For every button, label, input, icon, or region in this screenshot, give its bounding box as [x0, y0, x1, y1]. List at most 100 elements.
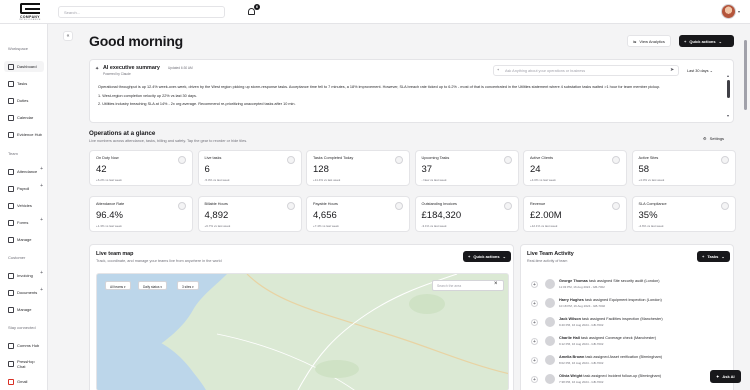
sidebar-item-presshop-chat[interactable]: PressHop Chat [4, 358, 44, 369]
kpi-tile[interactable]: Payable Hours 4,656 +7.4% vs last week [306, 196, 410, 232]
sidebar-section-team: Team [8, 151, 18, 156]
collapse-sidebar-button[interactable]: « [63, 31, 73, 41]
activity-row[interactable]: + Olivia Wright task assigned Incident fo… [531, 373, 736, 389]
sidebar-item-comms-hub[interactable]: Comms Hub [4, 340, 44, 351]
activity-verb: task assigned [580, 317, 607, 321]
settings-button[interactable]: ⚙ Settings [703, 136, 724, 141]
sidebar-item-forms[interactable]: Forms + [4, 217, 44, 228]
plus-icon[interactable]: + [40, 183, 43, 189]
notifications-button[interactable]: 6 [247, 4, 260, 17]
ask-ai-button[interactable]: ✦ Ask AI [710, 370, 741, 383]
activity-time: 10:18 PM, 16 Aug 2024 - GB-7002 [559, 304, 606, 308]
ask-anything-input[interactable]: + Ask Anything about your operations or b… [493, 65, 679, 76]
logo-mark-icon [20, 3, 40, 14]
chevron-down-icon: ⌄ [718, 38, 722, 44]
sidebar-item-documents[interactable]: Documents + [4, 287, 44, 298]
invoicing-icon [8, 272, 14, 279]
kpi-tile[interactable]: Attendance Rate 96.4% +1.3% vs last week [89, 196, 193, 232]
kpi-icon [720, 202, 729, 210]
company-logo[interactable]: COMPANY INTELLIGENCE [12, 3, 48, 21]
plus-icon[interactable]: + [497, 68, 499, 72]
kpi-icon [286, 202, 295, 210]
sidebar-item-attendance[interactable]: Attendance + [4, 166, 44, 177]
expand-icon[interactable]: + [531, 357, 538, 364]
kpi-tile[interactable]: Revenue £2.00M +12.1% vs last week [523, 196, 627, 232]
notification-count-badge: 6 [254, 4, 260, 10]
sidebar-item-team-manage[interactable]: Manage [4, 234, 44, 245]
date-range-select[interactable]: Last 30 days ⌄ [683, 65, 721, 76]
kpi-label: Billable Hours [204, 202, 228, 206]
plus-icon[interactable]: + [40, 287, 43, 293]
page-scrollbar[interactable] [744, 40, 747, 110]
quick-actions-button[interactable]: + Quick actions ⌄ [679, 35, 734, 47]
exec-summary-scrollbar[interactable] [727, 80, 730, 98]
activity-row[interactable]: + Charlie Hall task assigned Coverage che… [531, 335, 736, 351]
sidebar-item-label: Manage [17, 237, 32, 242]
kpi-tile[interactable]: SLA Compliance 35% -4.6% vs last week [631, 196, 736, 232]
expand-icon[interactable]: + [531, 338, 538, 345]
map-filter-teams[interactable]: All teams ▾ [105, 281, 131, 290]
exec-summary-paragraph: Operational throughput is up 12.4% week-… [98, 85, 661, 89]
kpi-tile[interactable]: Upcoming Tasks 37 - New vs last week [414, 150, 519, 186]
chevron-down-icon[interactable]: ▾ [738, 9, 740, 14]
sidebar-item-vehicles[interactable]: Vehicles [4, 200, 44, 211]
kpi-value: £184,320 [421, 210, 462, 221]
scroll-down-icon[interactable]: ▾ [727, 113, 729, 118]
expand-icon[interactable]: + [531, 376, 538, 383]
map-quick-actions-button[interactable]: + Quick actions ⌄ [463, 251, 511, 262]
expand-icon[interactable]: + [531, 281, 538, 288]
kpi-delta: +7.4% vs last week [313, 224, 339, 228]
activity-subtitle: Real-time activity of team [527, 259, 568, 263]
exec-powered-by: Powered by Claude [103, 72, 131, 76]
plus-icon[interactable]: + [40, 270, 43, 276]
expand-icon[interactable]: + [531, 300, 538, 307]
sidebar-item-tasks[interactable]: Tasks [4, 78, 44, 89]
gmail-icon [8, 378, 14, 385]
kpi-tile[interactable]: Outstanding Invoices £184,320 -3.1% vs las… [414, 196, 519, 232]
activity-row[interactable]: + Jack Wilson task assigned Facilities in… [531, 316, 736, 332]
logo-subtitle: INTELLIGENCE [19, 18, 41, 21]
sidebar-item-gmail[interactable]: Gmail [4, 376, 44, 387]
sparkle-icon: ✦ [95, 66, 100, 72]
sidebar-item-invoicing[interactable]: Invoicing + [4, 270, 44, 281]
kpi-delta: +11.4% vs last week [313, 178, 341, 182]
sidebar-item-payroll[interactable]: Payroll + [4, 183, 44, 194]
kpi-icon [612, 156, 620, 164]
sidebar-item-customer-manage[interactable]: Manage [4, 304, 44, 315]
kpi-tile[interactable]: Billable Hours 4,892 +6.7% vs last week [197, 196, 302, 232]
scroll-up-icon[interactable]: ▴ [727, 73, 729, 78]
global-search-input[interactable]: Search... [58, 6, 225, 18]
activity-row[interactable]: + George Thomas task assigned Site securi… [531, 278, 736, 294]
sidebar-item-evidence-hub[interactable]: Evidence Hub [4, 129, 44, 140]
button-label: Settings [709, 136, 725, 141]
kpi-tile[interactable]: Active Clients 24 +4.0% vs last week [523, 150, 627, 186]
date-range-value: Last 30 days [687, 69, 709, 73]
expand-icon[interactable]: + [531, 319, 538, 326]
user-avatar[interactable] [721, 4, 736, 19]
chevron-down-icon: ⌄ [502, 254, 506, 259]
send-icon[interactable]: ➤ [670, 67, 674, 73]
kpi-tile[interactable]: Active Sites 58 +4.0% vs last week [631, 150, 736, 186]
tasks-button[interactable]: + Tasks ⌄ [697, 251, 730, 262]
view-analytics-button[interactable]: ⇋ View Analytics [627, 35, 671, 47]
map-filter-status[interactable]: Daily status ▾ [138, 281, 167, 290]
sidebar-item-calendar[interactable]: Calendar [4, 112, 44, 123]
plus-icon[interactable]: + [40, 217, 43, 223]
member-name: Harry Hughes [559, 298, 584, 302]
chip-label: All teams [110, 284, 124, 289]
map-filter-sites[interactable]: 3 sites ▾ [177, 281, 199, 290]
activity-task: Incident follow-up (Birmingham) [607, 374, 662, 378]
plus-icon[interactable]: + [40, 166, 43, 172]
kpi-tile[interactable]: On Duty Now 42 +6.2% vs last week [89, 150, 193, 186]
kpi-tile[interactable]: Live tasks 6 -5.0% vs last week [197, 150, 302, 186]
map-view[interactable]: All teams ▾ Daily status ▾ 3 sites ▾ Sea… [96, 273, 509, 390]
kpi-delta: +4.0% vs last week [530, 178, 556, 182]
sidebar-item-duties[interactable]: Duties [4, 95, 44, 106]
sidebar-item-dashboard[interactable]: Dashboard [4, 61, 44, 72]
kpi-value: 96.4% [96, 210, 123, 221]
activity-row[interactable]: + Harry Hughes task assigned Equipment in… [531, 297, 736, 313]
close-icon[interactable]: × [494, 281, 498, 287]
live-team-map-card: Live team map Track, coordinate, and man… [89, 244, 514, 390]
activity-row[interactable]: + Amelia Brown task assigned Asset verifi… [531, 354, 736, 370]
kpi-tile[interactable]: Tasks Completed Today 128 +11.4% vs last w… [306, 150, 410, 186]
